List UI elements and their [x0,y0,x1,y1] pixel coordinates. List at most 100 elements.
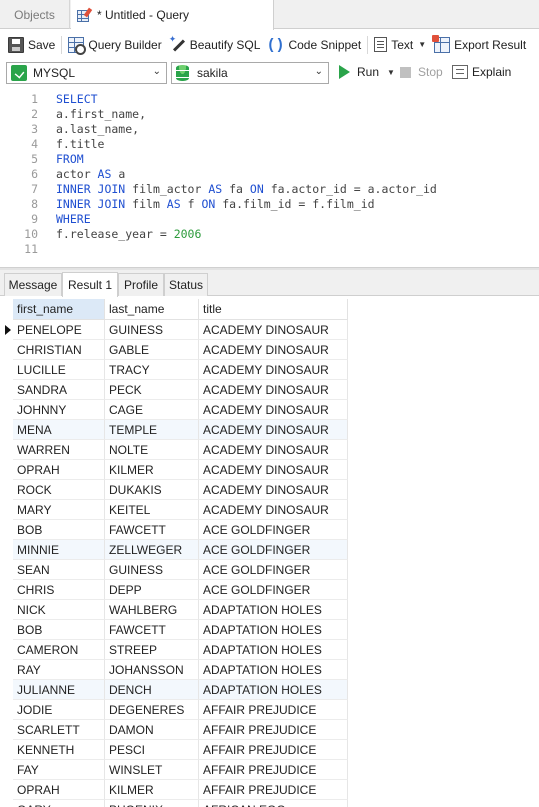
tab-status[interactable]: Status [164,273,208,296]
cell-title[interactable]: ACADEMY DINOSAUR [199,460,348,480]
table-row[interactable]: MENA TEMPLE ACADEMY DINOSAUR [0,420,348,440]
table-row[interactable]: BOB FAWCETT ACE GOLDFINGER [0,520,348,540]
result-grid[interactable]: first_name last_name title PENELOPE GUINE… [0,297,539,807]
stop-button[interactable]: Stop [400,65,443,79]
cell-first-name[interactable]: CHRISTIAN [13,340,105,360]
cell-title[interactable]: ADAPTATION HOLES [199,620,348,640]
code-line[interactable]: 10 f.release_year = 2006 [0,227,539,242]
cell-first-name[interactable]: MENA [13,420,105,440]
cell-last-name[interactable]: WINSLET [105,760,199,780]
cell-first-name[interactable]: OPRAH [13,460,105,480]
cell-title[interactable]: ACADEMY DINOSAUR [199,340,348,360]
cell-first-name[interactable]: JOHNNY [13,400,105,420]
cell-title[interactable]: AFFAIR PREJUDICE [199,780,348,800]
code-line[interactable]: 1 SELECT [0,92,539,107]
cell-last-name[interactable]: PESCI [105,740,199,760]
beautify-sql-button[interactable]: Beautify SQL [169,33,261,57]
table-row[interactable]: LUCILLE TRACY ACADEMY DINOSAUR [0,360,348,380]
cell-title[interactable]: ADAPTATION HOLES [199,640,348,660]
cell-title[interactable]: AFRICAN EGG [199,800,348,807]
code-line[interactable]: 6 actor AS a [0,167,539,182]
cell-last-name[interactable]: DUKAKIS [105,480,199,500]
cell-last-name[interactable]: TEMPLE [105,420,199,440]
cell-last-name[interactable]: FAWCETT [105,520,199,540]
cell-title[interactable]: AFFAIR PREJUDICE [199,700,348,720]
table-row[interactable]: BOB FAWCETT ADAPTATION HOLES [0,620,348,640]
cell-last-name[interactable]: DAMON [105,720,199,740]
cell-title[interactable]: ACE GOLDFINGER [199,560,348,580]
table-row[interactable]: SANDRA PECK ACADEMY DINOSAUR [0,380,348,400]
table-row[interactable]: PENELOPE GUINESS ACADEMY DINOSAUR [0,320,348,340]
code-line[interactable]: 8 INNER JOIN film AS f ON fa.film_id = f.… [0,197,539,212]
caret-down-icon[interactable]: ▼ [387,68,395,77]
sql-editor[interactable]: 1 SELECT 2 a.first_name, 3 a.last_name, 4 f.tit… [0,89,539,267]
cell-last-name[interactable]: WAHLBERG [105,600,199,620]
cell-first-name[interactable]: CAMERON [13,640,105,660]
cell-last-name[interactable]: KILMER [105,780,199,800]
table-row[interactable]: OPRAH KILMER AFFAIR PREJUDICE [0,780,348,800]
cell-title[interactable]: ACADEMY DINOSAUR [199,360,348,380]
cell-last-name[interactable]: DEGENERES [105,700,199,720]
cell-first-name[interactable]: CHRIS [13,580,105,600]
tab-profile[interactable]: Profile [118,273,164,296]
cell-last-name[interactable]: DENCH [105,680,199,700]
cell-title[interactable]: AFFAIR PREJUDICE [199,740,348,760]
table-row[interactable]: MARY KEITEL ACADEMY DINOSAUR [0,500,348,520]
table-row[interactable]: SCARLETT DAMON AFFAIR PREJUDICE [0,720,348,740]
cell-first-name[interactable]: FAY [13,760,105,780]
cell-first-name[interactable]: GARY [13,800,105,807]
table-row[interactable]: JULIANNE DENCH ADAPTATION HOLES [0,680,348,700]
cell-title[interactable]: ACE GOLDFINGER [199,520,348,540]
cell-last-name[interactable]: CAGE [105,400,199,420]
table-row[interactable]: ROCK DUKAKIS ACADEMY DINOSAUR [0,480,348,500]
table-row[interactable]: CAMERON STREEP ADAPTATION HOLES [0,640,348,660]
run-button[interactable]: Run ▼ [339,65,395,79]
cell-last-name[interactable]: TRACY [105,360,199,380]
table-row[interactable]: GARYPHOENIXAFRICAN EGG [0,800,348,807]
cell-first-name[interactable]: JULIANNE [13,680,105,700]
cell-title[interactable]: ACE GOLDFINGER [199,540,348,560]
table-row[interactable]: MINNIE ZELLWEGER ACE GOLDFINGER [0,540,348,560]
tab-result-1[interactable]: Result 1 [62,272,118,297]
cell-first-name[interactable]: MARY [13,500,105,520]
tab-message[interactable]: Message [4,273,62,296]
cell-first-name[interactable]: JODIE [13,700,105,720]
tab-untitled-query[interactable]: * Untitled - Query [71,0,274,30]
cell-first-name[interactable]: LUCILLE [13,360,105,380]
code-line[interactable]: 2 a.first_name, [0,107,539,122]
cell-last-name[interactable]: GUINESS [105,560,199,580]
cell-title[interactable]: AFFAIR PREJUDICE [199,760,348,780]
table-row[interactable]: FAY WINSLET AFFAIR PREJUDICE [0,760,348,780]
cell-last-name[interactable]: PHOENIX [105,800,199,807]
code-line[interactable]: 4 f.title [0,137,539,152]
cell-title[interactable]: ACADEMY DINOSAUR [199,320,348,340]
cell-last-name[interactable]: KILMER [105,460,199,480]
connection-select[interactable]: MYSQL ⌄ [6,62,167,84]
cell-last-name[interactable]: FAWCETT [105,620,199,640]
cell-title[interactable]: AFFAIR PREJUDICE [199,720,348,740]
cell-first-name[interactable]: BOB [13,520,105,540]
cell-first-name[interactable]: NICK [13,600,105,620]
column-header-title[interactable]: title [199,299,348,320]
table-row[interactable]: JODIE DEGENERES AFFAIR PREJUDICE [0,700,348,720]
table-row[interactable]: CHRIS DEPP ACE GOLDFINGER [0,580,348,600]
cell-last-name[interactable]: KEITEL [105,500,199,520]
table-row[interactable]: SEAN GUINESS ACE GOLDFINGER [0,560,348,580]
table-row[interactable]: CHRISTIAN GABLE ACADEMY DINOSAUR [0,340,348,360]
cell-first-name[interactable]: MINNIE [13,540,105,560]
table-row[interactable]: WARREN NOLTE ACADEMY DINOSAUR [0,440,348,460]
cell-first-name[interactable]: PENELOPE [13,320,105,340]
table-row[interactable]: NICK WAHLBERG ADAPTATION HOLES [0,600,348,620]
query-builder-button[interactable]: Query Builder [68,33,162,57]
cell-title[interactable]: ACADEMY DINOSAUR [199,500,348,520]
cell-last-name[interactable]: ZELLWEGER [105,540,199,560]
cell-first-name[interactable]: ROCK [13,480,105,500]
cell-first-name[interactable]: SCARLETT [13,720,105,740]
cell-title[interactable]: ADAPTATION HOLES [199,660,348,680]
export-result-button[interactable]: Export Result [432,33,526,57]
cell-title[interactable]: ACADEMY DINOSAUR [199,380,348,400]
code-line[interactable]: 5 FROM [0,152,539,167]
cell-first-name[interactable]: WARREN [13,440,105,460]
cell-title[interactable]: ACADEMY DINOSAUR [199,420,348,440]
database-select[interactable]: sakila ⌄ [171,62,329,84]
